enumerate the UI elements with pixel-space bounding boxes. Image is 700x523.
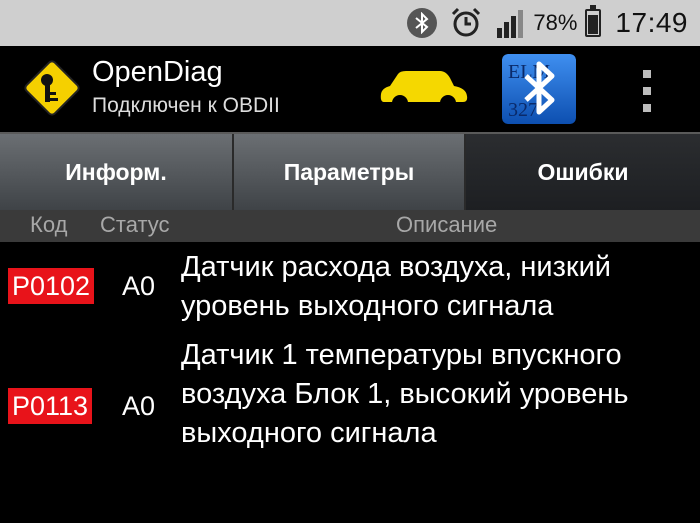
action-bar: OpenDiag Подключен к OBDII ELM 327 xyxy=(0,46,700,132)
clock: 17:49 xyxy=(615,7,688,38)
overflow-menu-icon[interactable] xyxy=(640,70,654,112)
battery-icon xyxy=(585,5,602,37)
bluetooth-icon xyxy=(407,8,438,38)
tab-bar: Информ. Параметры Ошибки xyxy=(0,132,700,210)
connection-status: Подключен к OBDII xyxy=(92,94,280,117)
error-description: Датчик расхода воздуха, низкий уровень в… xyxy=(181,251,611,322)
table-row[interactable]: P0113 A0 Датчик 1 температуры впускного … xyxy=(0,334,700,484)
table-header: Код Статус Описание xyxy=(0,210,700,242)
app-logo-icon[interactable] xyxy=(22,58,82,118)
header-status: Статус xyxy=(100,212,170,237)
tab-info[interactable]: Информ. xyxy=(0,134,234,210)
app-title: OpenDiag xyxy=(92,56,223,88)
car-icon[interactable] xyxy=(378,68,470,112)
tab-errors[interactable]: Ошибки xyxy=(466,134,700,210)
status-bar: 78% 17:49 xyxy=(0,0,700,46)
table-row[interactable]: P0102 A0 Датчик расхода воздуха, низкий … xyxy=(0,246,700,332)
battery-percent: 78% xyxy=(533,10,578,35)
error-code: P0113 xyxy=(8,388,93,424)
elm327-bluetooth-icon[interactable]: ELM 327 xyxy=(502,54,576,124)
error-code: P0102 xyxy=(8,268,95,304)
tab-parameters[interactable]: Параметры xyxy=(234,134,466,210)
error-status: A0 xyxy=(122,271,156,301)
error-description: Датчик 1 температуры впускного воздуха Б… xyxy=(181,339,629,449)
error-status: A0 xyxy=(122,391,156,421)
header-code: Код xyxy=(30,212,68,237)
signal-icon xyxy=(497,8,525,38)
alarm-icon xyxy=(449,6,483,40)
svg-text:327: 327 xyxy=(508,99,538,121)
header-description: Описание xyxy=(396,212,498,237)
